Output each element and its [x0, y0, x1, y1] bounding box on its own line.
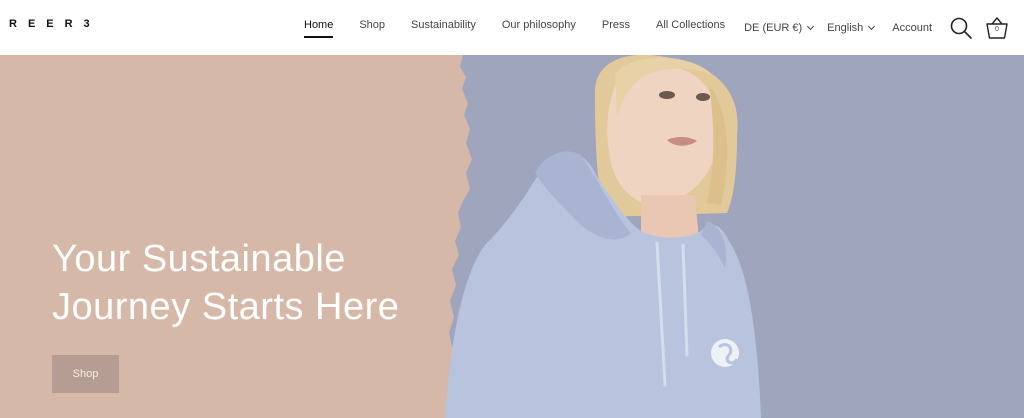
nav-item-home[interactable]: Home — [304, 0, 334, 55]
nav-item-all-collections[interactable]: All Collections — [656, 0, 725, 55]
main-nav: Home Shop Sustainability Our philosophy … — [304, 0, 725, 55]
nav-item-press[interactable]: Press — [602, 0, 630, 55]
nav-item-shop[interactable]: Shop — [359, 0, 385, 55]
language-selector[interactable]: English — [827, 21, 876, 34]
hero-heading-line-2: Journey Starts Here — [52, 286, 400, 328]
brand-logo[interactable]: REER3 — [9, 18, 101, 30]
currency-label: DE (EUR €) — [744, 21, 803, 34]
header-utilities: DE (EUR €) English Account 0 — [744, 0, 1010, 55]
site-header: REER3 Home Shop Sustainability Our philo… — [0, 0, 1024, 55]
hero-heading-line-1: Your Sustainable — [52, 238, 346, 280]
chevron-down-icon — [807, 22, 815, 30]
hero-heading: Your Sustainable Journey Starts Here — [52, 235, 472, 331]
hero-banner: Your Sustainable Journey Starts Here Sho… — [0, 55, 1024, 418]
currency-selector[interactable]: DE (EUR €) — [744, 21, 815, 34]
search-icon[interactable] — [948, 15, 974, 41]
account-link[interactable]: Account — [892, 22, 932, 34]
nav-item-sustainability[interactable]: Sustainability — [411, 0, 476, 55]
cart-count: 0 — [995, 25, 999, 33]
cart-button[interactable]: 0 — [984, 15, 1010, 41]
nav-item-our-philosophy[interactable]: Our philosophy — [502, 0, 576, 55]
hero-model-image — [445, 55, 761, 418]
language-label: English — [827, 21, 864, 34]
chevron-down-icon — [868, 22, 876, 30]
hero-shop-button[interactable]: Shop — [52, 355, 119, 393]
